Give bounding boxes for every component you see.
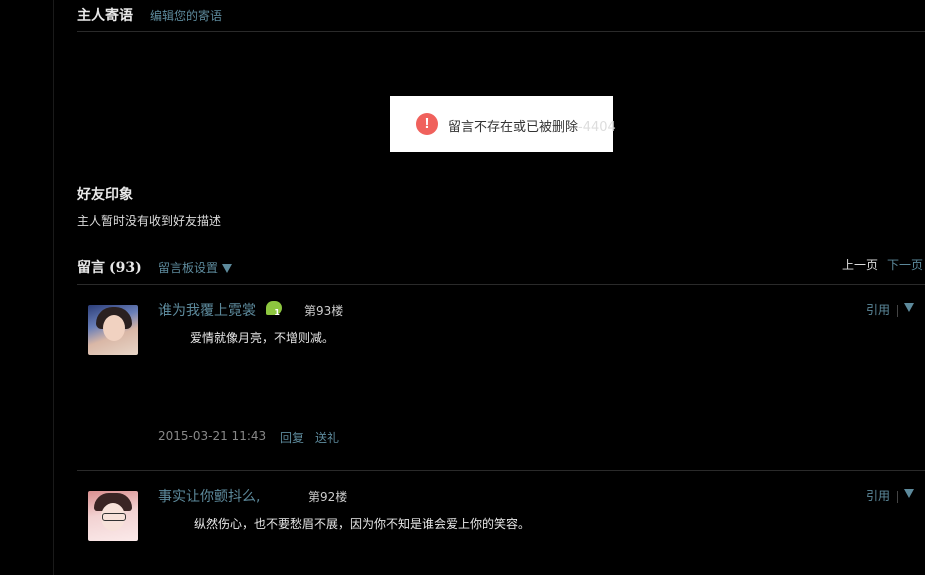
chevron-down-icon[interactable] (904, 303, 914, 312)
messages-count: (93) (109, 260, 142, 276)
floor-number: 第92楼 (308, 490, 348, 504)
message-author[interactable]: 谁为我覆上霓裳 (158, 300, 256, 320)
friend-impression-title: 好友印象 (77, 187, 133, 203)
error-toast: ! 留言不存在或已被删除-4404 (390, 96, 616, 152)
board-settings-dropdown[interactable]: 留言板设置 (158, 259, 233, 276)
left-divider (53, 0, 54, 575)
triangle-down-icon (222, 264, 233, 273)
next-page-link[interactable]: 下一页 (887, 256, 923, 273)
edit-owner-message-link[interactable]: 编辑您的寄语 (150, 7, 222, 24)
quote-link[interactable]: 引用 (866, 301, 890, 318)
message-content: 纵然伤心，也不要愁眉不展，因为你不知是谁会爱上你的笑容。 (194, 517, 531, 531)
quote-link[interactable]: 引用 (866, 487, 890, 504)
toast-text: 留言不存在或已被删除 (448, 120, 579, 135)
prev-page-link[interactable]: 上一页 (842, 256, 878, 273)
owner-message-title: 主人寄语 (77, 8, 133, 24)
toast-error-code: -4404 (578, 120, 616, 135)
avatar[interactable] (88, 305, 138, 355)
send-gift-link[interactable]: 送礼 (315, 429, 339, 446)
friend-impression-description: 主人暂时没有收到好友描述 (77, 214, 222, 228)
divider (77, 31, 925, 32)
message-author[interactable]: 事实让你颤抖么, (158, 486, 260, 506)
separator (897, 491, 898, 503)
level-badge-icon: 1 (266, 301, 282, 317)
avatar-face (103, 315, 125, 341)
chevron-down-icon[interactable] (904, 489, 914, 498)
toast-message: 留言不存在或已被删除-4404 (448, 116, 616, 135)
exclamation-icon: ! (416, 113, 438, 135)
separator (897, 305, 898, 317)
divider (77, 284, 925, 285)
badge-number: 1 (274, 308, 280, 317)
board-settings-label: 留言板设置 (158, 261, 219, 275)
divider (77, 470, 925, 471)
reply-link[interactable]: 回复 (280, 429, 304, 446)
avatar[interactable] (88, 491, 138, 541)
floor-number: 第93楼 (304, 304, 344, 318)
message-content: 爱情就像月亮，不增则减。 (190, 331, 335, 345)
messages-title: 留言 (93) (77, 257, 142, 277)
messages-title-label: 留言 (77, 260, 105, 276)
message-date: 2015-03-21 11:43 (158, 429, 267, 443)
avatar-glasses (102, 513, 126, 521)
